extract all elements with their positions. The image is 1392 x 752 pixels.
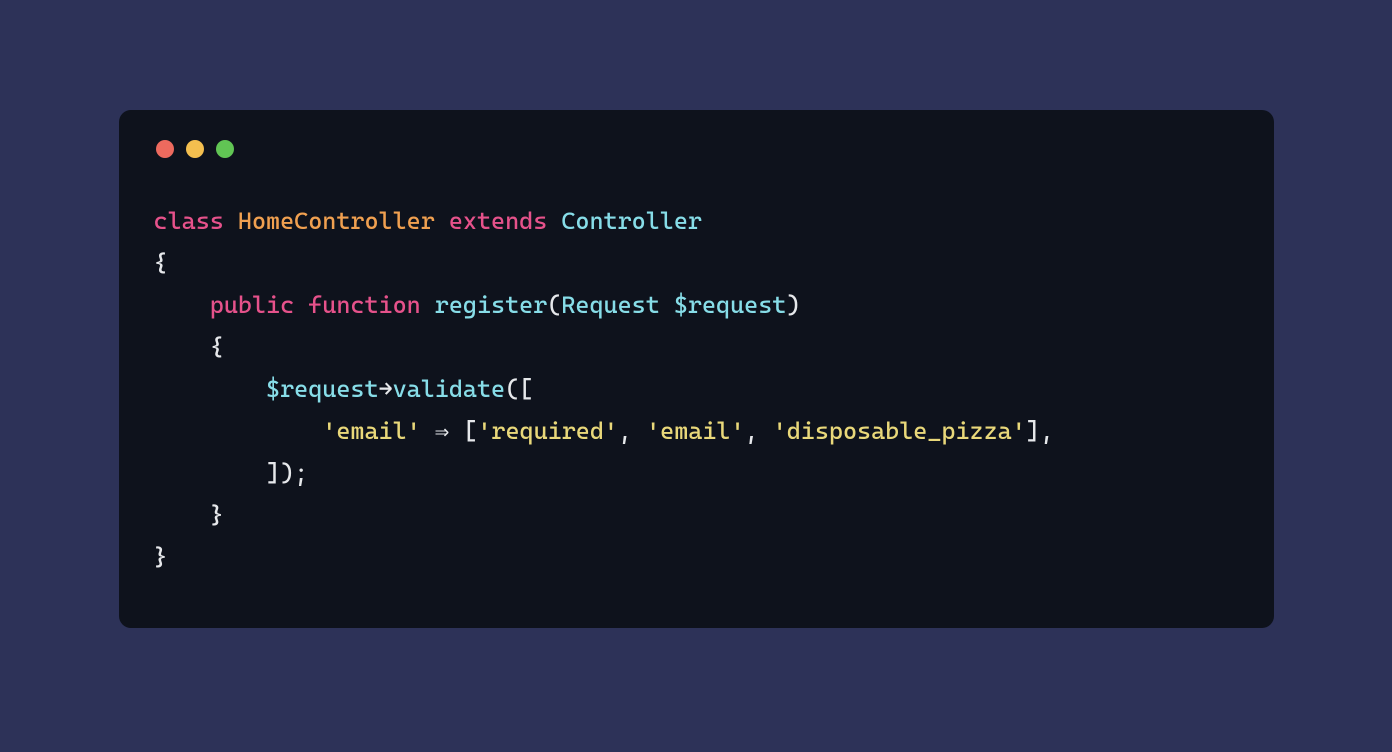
indent <box>154 501 210 529</box>
type-name: Controller <box>561 207 702 235</box>
indent <box>154 333 210 361</box>
keyword: class <box>154 207 224 235</box>
string-literal: 'required' <box>477 417 618 445</box>
variable: $request <box>266 375 379 403</box>
paren: ) <box>786 291 800 319</box>
code-line-6: 'email' ⇒ ['required', 'email', 'disposa… <box>154 417 1054 445</box>
code-window: class HomeController extends Controller … <box>119 110 1274 628</box>
keyword: public <box>210 291 294 319</box>
paren: ( <box>547 291 561 319</box>
keyword: function <box>308 291 421 319</box>
code-line-5: $request→validate([ <box>154 375 534 403</box>
bracket: [ <box>463 417 477 445</box>
window-traffic-lights <box>156 140 1239 158</box>
code-line-3: public function register(Request $reques… <box>154 291 801 319</box>
variable: $request <box>674 291 787 319</box>
fat-arrow-operator: ⇒ <box>421 417 464 445</box>
function-name: register <box>435 291 548 319</box>
brace: } <box>210 501 224 529</box>
comma: , <box>618 417 646 445</box>
code-line-4: { <box>154 333 224 361</box>
close-icon[interactable] <box>156 140 174 158</box>
paren: ) <box>280 459 294 487</box>
code-line-1: class HomeController extends Controller <box>154 207 702 235</box>
brace: } <box>154 543 168 571</box>
code-line-7: ]); <box>154 459 309 487</box>
string-literal: 'email' <box>322 417 420 445</box>
code-line-2: { <box>154 249 168 277</box>
semicolon: ; <box>294 459 308 487</box>
string-literal: 'email' <box>646 417 744 445</box>
indent <box>154 291 210 319</box>
indent <box>154 459 267 487</box>
class-name: HomeController <box>238 207 435 235</box>
type-name: Request <box>561 291 659 319</box>
code-content: class HomeController extends Controller … <box>154 200 1239 578</box>
minimize-icon[interactable] <box>186 140 204 158</box>
comma: , <box>1040 417 1054 445</box>
indent <box>154 375 267 403</box>
code-line-8: } <box>154 501 224 529</box>
code-line-9: } <box>154 543 168 571</box>
brace: { <box>210 333 224 361</box>
keyword: extends <box>449 207 547 235</box>
string-literal: 'disposable_pizza' <box>773 417 1026 445</box>
bracket: ] <box>266 459 280 487</box>
indent <box>154 417 323 445</box>
paren: ( <box>505 375 519 403</box>
arrow-operator: → <box>379 375 393 403</box>
brace: { <box>154 249 168 277</box>
maximize-icon[interactable] <box>216 140 234 158</box>
bracket: ] <box>1026 417 1040 445</box>
comma: , <box>745 417 773 445</box>
method-name: validate <box>393 375 506 403</box>
bracket: [ <box>519 375 533 403</box>
